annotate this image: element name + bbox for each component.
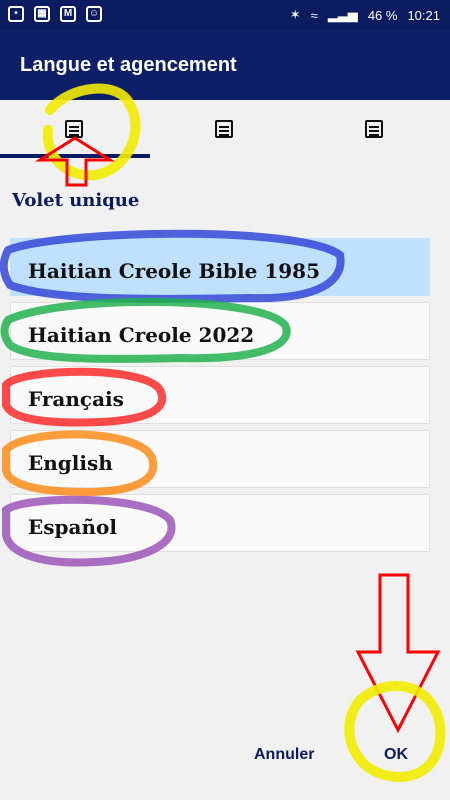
tab-list-pane[interactable] bbox=[300, 100, 450, 158]
app-bar: Langue et agencement bbox=[0, 30, 450, 100]
language-item-espanol[interactable]: Español bbox=[10, 494, 430, 552]
image-icon: ▦ bbox=[34, 6, 50, 22]
app-icon: • bbox=[8, 6, 24, 22]
language-list: Haitian Creole Bible 1985 Haitian Creole… bbox=[10, 238, 430, 558]
list-pane-icon bbox=[365, 120, 383, 138]
status-left-icons: • ▦ M ☺ bbox=[8, 6, 102, 22]
language-item-english[interactable]: English bbox=[10, 430, 430, 488]
tab-split-pane[interactable] bbox=[150, 100, 300, 158]
status-bar: • ▦ M ☺ ✶ ≈ ▂▃▅ 46 % 10:21 bbox=[0, 0, 450, 30]
single-pane-icon bbox=[65, 120, 83, 138]
language-item-haitian-creole-1985[interactable]: Haitian Creole Bible 1985 bbox=[10, 238, 430, 296]
bluetooth-icon: ✶ bbox=[289, 7, 301, 22]
language-label: English bbox=[28, 451, 113, 475]
tab-single-pane[interactable] bbox=[0, 100, 150, 158]
empty-area bbox=[0, 560, 450, 720]
wifi-icon: ≈ bbox=[310, 7, 318, 23]
language-item-francais[interactable]: Français bbox=[10, 366, 430, 424]
layout-tabs bbox=[0, 100, 450, 158]
mail-icon: M bbox=[60, 6, 76, 22]
signal-icon: ▂▃▅ bbox=[327, 7, 358, 22]
time-text: 10:21 bbox=[407, 7, 440, 23]
cancel-button[interactable]: Annuler bbox=[254, 746, 314, 764]
android-icon: ☺ bbox=[86, 6, 102, 22]
section-title: Volet unique bbox=[12, 190, 140, 211]
ok-button[interactable]: OK bbox=[384, 746, 408, 764]
app-title: Langue et agencement bbox=[20, 54, 237, 76]
status-right: ✶ ≈ ▂▃▅ 46 % 10:21 bbox=[290, 7, 440, 23]
split-pane-icon bbox=[215, 120, 233, 138]
language-item-haitian-creole-2022[interactable]: Haitian Creole 2022 bbox=[10, 302, 430, 360]
battery-text: 46 % bbox=[367, 7, 398, 23]
language-label: Haitian Creole 2022 bbox=[28, 323, 255, 347]
language-label: Español bbox=[28, 515, 117, 539]
language-label: Haitian Creole Bible 1985 bbox=[28, 259, 320, 283]
language-label: Français bbox=[28, 387, 124, 411]
